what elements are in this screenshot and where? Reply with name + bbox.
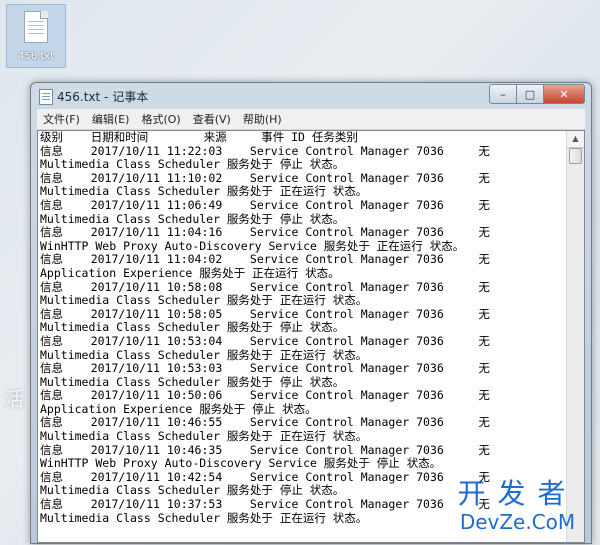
window-controls: – □ ✕ xyxy=(489,84,585,104)
text-line: Multimedia Class Scheduler 服务处于 正在运行 状态。 xyxy=(40,184,368,199)
text-line: Multimedia Class Scheduler 服务处于 停止 状态。 xyxy=(40,374,345,389)
desktop-file-icon[interactable]: 456.txt xyxy=(6,4,66,68)
text-line: 信息 2017/10/11 11:04:16 Service Control M… xyxy=(40,225,490,240)
text-line: WinHTTP Web Proxy Auto-Discovery Service… xyxy=(40,238,465,253)
scroll-up-arrow-icon[interactable]: ▲ xyxy=(567,131,584,148)
text-line: Application Experience 服务处于 正在运行 状态。 xyxy=(40,265,340,280)
text-line: 信息 2017/10/11 11:04:02 Service Control M… xyxy=(40,252,490,267)
text-line: Multimedia Class Scheduler 服务处于 正在运行 状态。 xyxy=(40,429,368,444)
menu-bar: 文件(F) 编辑(E) 格式(O) 查看(V) 帮助(H) xyxy=(37,109,585,130)
notepad-window: 456.txt - 记事本 – □ ✕ 文件(F) 编辑(E) 格式(O) 查看… xyxy=(30,82,592,544)
text-line: 信息 2017/10/11 10:58:08 Service Control M… xyxy=(40,279,490,294)
text-line: 信息 2017/10/11 10:53:03 Service Control M… xyxy=(40,361,490,376)
menu-view[interactable]: 查看(V) xyxy=(187,111,237,127)
text-line: 信息 2017/10/11 11:06:49 Service Control M… xyxy=(40,197,490,212)
text-line: Multimedia Class Scheduler 服务处于 正在运行 状态。 xyxy=(40,347,368,362)
text-line: Multimedia Class Scheduler 服务处于 停止 状态。 xyxy=(40,211,345,226)
menu-edit[interactable]: 编辑(E) xyxy=(86,111,136,127)
watermark-title: 开发者 xyxy=(457,477,578,510)
text-line: 信息 2017/10/11 10:46:35 Service Control M… xyxy=(40,442,490,457)
text-line: 信息 2017/10/11 10:58:05 Service Control M… xyxy=(40,306,490,321)
close-button[interactable]: ✕ xyxy=(543,84,585,104)
notepad-icon xyxy=(39,89,53,105)
text-line: 信息 2017/10/11 10:50:06 Service Control M… xyxy=(40,388,490,403)
text-line: Multimedia Class Scheduler 服务处于 停止 状态。 xyxy=(40,320,345,335)
watermark-site: DevZe.CoM xyxy=(459,510,576,534)
text-line: Multimedia Class Scheduler 服务处于 正在运行 状态。 xyxy=(40,293,368,308)
text-line: WinHTTP Web Proxy Auto-Discovery Service… xyxy=(40,456,442,471)
minimize-button[interactable]: – xyxy=(489,84,517,104)
text-line: 信息 2017/10/11 10:53:04 Service Control M… xyxy=(40,333,490,348)
watermark: 开发者 DevZe.CoM xyxy=(440,477,595,535)
title-bar[interactable]: 456.txt - 记事本 – □ ✕ xyxy=(31,83,591,109)
text-line: 信息 2017/10/11 11:10:02 Service Control M… xyxy=(40,170,490,185)
menu-help[interactable]: 帮助(H) xyxy=(237,111,288,127)
text-line: 信息 2017/10/11 10:46:55 Service Control M… xyxy=(40,415,490,430)
text-line: Application Experience 服务处于 停止 状态。 xyxy=(40,401,317,416)
menu-file[interactable]: 文件(F) xyxy=(37,111,86,127)
scrollbar-thumb[interactable] xyxy=(569,148,582,164)
text-line: Multimedia Class Scheduler 服务处于 停止 状态。 xyxy=(40,157,345,172)
desktop-icon-label: 456.txt xyxy=(17,51,55,62)
text-line: 信息 2017/10/11 11:22:03 Service Control M… xyxy=(40,143,490,158)
menu-format[interactable]: 格式(O) xyxy=(135,111,186,127)
background-text: 活 xyxy=(4,387,24,411)
window-title: 456.txt - 记事本 xyxy=(57,90,149,104)
text-file-icon xyxy=(24,11,48,43)
text-line: 级别 日期和时间 来源 事件 ID 任务类别 xyxy=(40,131,358,144)
maximize-button[interactable]: □ xyxy=(516,84,544,104)
